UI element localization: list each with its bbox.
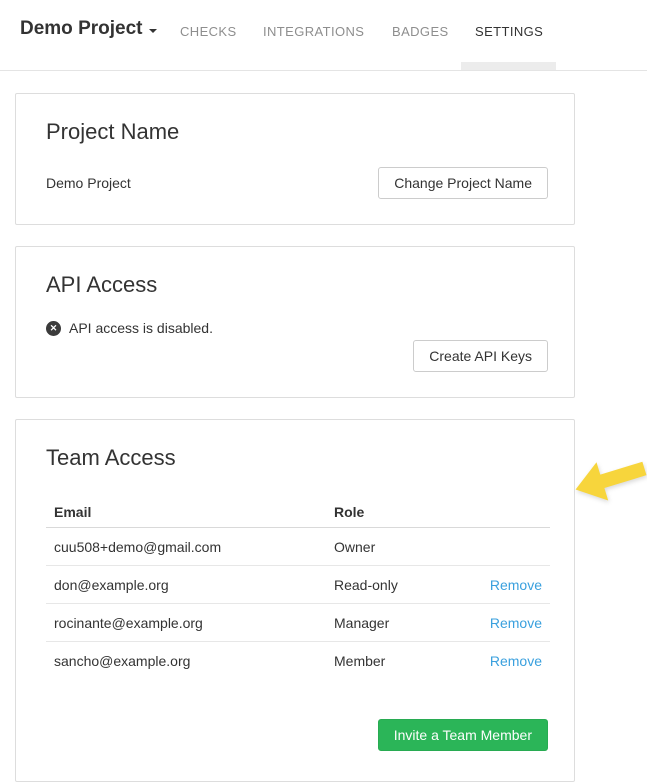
top-nav: Demo Project CHECKS INTEGRATIONS BADGES … xyxy=(0,0,647,71)
api-access-card: API Access ✕ API access is disabled. Cre… xyxy=(15,246,575,398)
invite-team-member-button[interactable]: Invite a Team Member xyxy=(378,719,548,751)
table-row: sancho@example.org Member Remove xyxy=(46,641,550,679)
project-dropdown[interactable]: Demo Project xyxy=(20,18,157,40)
tab-checks[interactable]: CHECKS xyxy=(180,24,237,39)
table-row: rocinante@example.org Manager Remove xyxy=(46,603,550,641)
member-email: cuu508+demo@gmail.com xyxy=(46,539,334,555)
email-column-header: Email xyxy=(46,504,334,520)
member-role: Read-only xyxy=(334,577,464,593)
tab-settings[interactable]: SETTINGS xyxy=(475,24,543,39)
current-project-name: Demo Project xyxy=(46,175,131,191)
active-tab-indicator xyxy=(461,62,556,70)
change-project-name-button[interactable]: Change Project Name xyxy=(378,167,548,199)
api-access-title: API Access xyxy=(46,272,548,298)
member-role: Owner xyxy=(334,539,464,555)
table-header-row: Email Role xyxy=(46,497,550,528)
project-name-title: Project Name xyxy=(46,119,548,145)
remove-member-link[interactable]: Remove xyxy=(490,577,542,593)
tab-integrations[interactable]: INTEGRATIONS xyxy=(263,24,364,39)
team-access-card: Team Access Email Role cuu508+demo@gmail… xyxy=(15,419,575,782)
member-email: sancho@example.org xyxy=(46,653,334,669)
team-access-title: Team Access xyxy=(46,445,548,471)
remove-member-link[interactable]: Remove xyxy=(490,653,542,669)
project-name-card: Project Name Demo Project Change Project… xyxy=(15,93,575,225)
project-dropdown-label: Demo Project xyxy=(20,18,142,40)
role-column-header: Role xyxy=(334,504,464,520)
team-members-table: Email Role cuu508+demo@gmail.com Owner d… xyxy=(46,497,550,679)
member-role: Manager xyxy=(334,615,464,631)
member-email: rocinante@example.org xyxy=(46,615,334,631)
create-api-keys-button[interactable]: Create API Keys xyxy=(413,340,548,372)
table-row: cuu508+demo@gmail.com Owner xyxy=(46,528,550,565)
member-email: don@example.org xyxy=(46,577,334,593)
api-access-status: API access is disabled. xyxy=(69,320,213,336)
circle-x-icon: ✕ xyxy=(46,321,61,336)
member-role: Member xyxy=(334,653,464,669)
tab-badges[interactable]: BADGES xyxy=(392,24,449,39)
remove-member-link[interactable]: Remove xyxy=(490,615,542,631)
table-row: don@example.org Read-only Remove xyxy=(46,565,550,603)
settings-page: Project Name Demo Project Change Project… xyxy=(0,71,647,782)
caret-down-icon xyxy=(149,29,157,33)
